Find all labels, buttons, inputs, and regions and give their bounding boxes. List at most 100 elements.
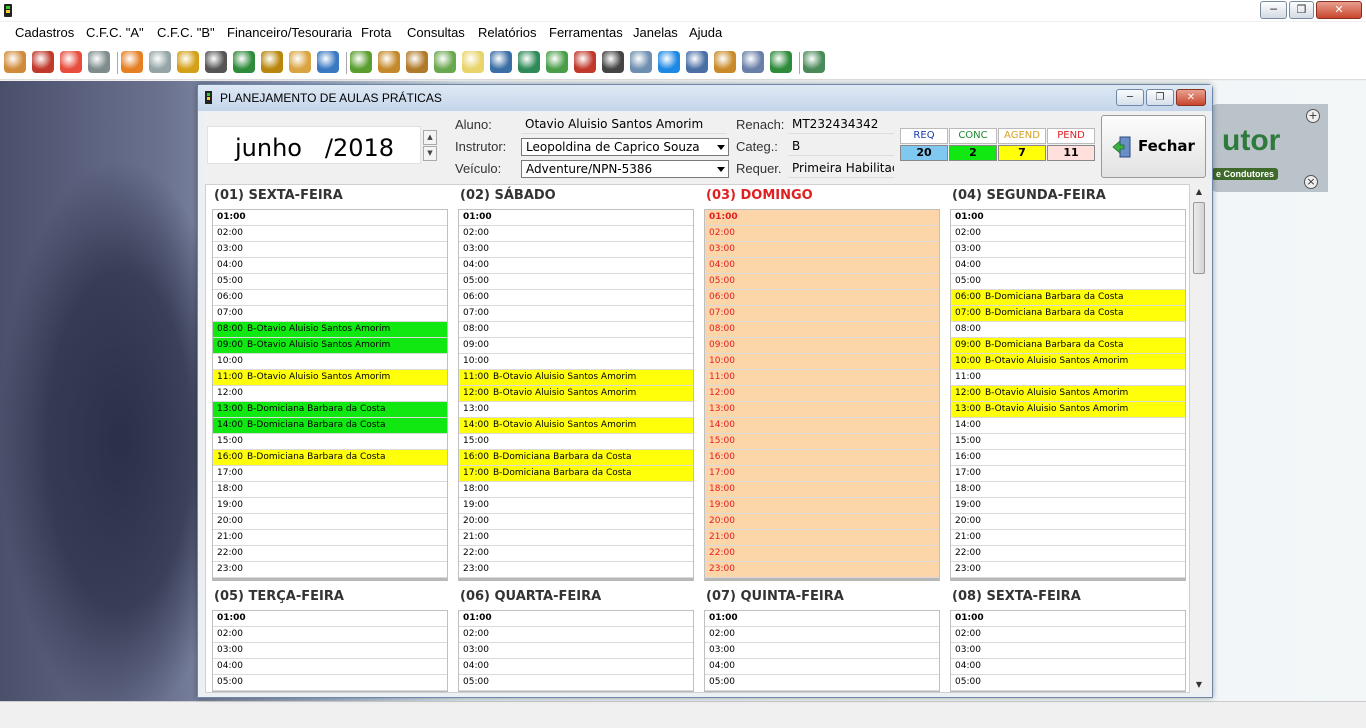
time-slot[interactable]: 05:00 xyxy=(951,274,1185,290)
time-slot[interactable]: 08:00 B-Otavio Aluisio Santos Amorim xyxy=(213,322,447,338)
green-book-icon[interactable] xyxy=(233,51,255,73)
time-slot[interactable]: 08:00 xyxy=(705,322,939,338)
package-icon[interactable] xyxy=(378,51,400,73)
truck-icon[interactable] xyxy=(32,51,54,73)
menu-ferramentas[interactable]: Ferramentas xyxy=(549,25,623,40)
time-slot[interactable]: 03:00 xyxy=(213,643,447,659)
teamviewer-icon[interactable] xyxy=(658,51,680,73)
time-slot[interactable]: 19:00 xyxy=(951,498,1185,514)
time-slot[interactable]: 14:00 B-Otavio Aluisio Santos Amorim xyxy=(459,418,693,434)
time-slot[interactable]: 23:00 xyxy=(951,562,1185,578)
time-slot[interactable]: 14:00 xyxy=(951,418,1185,434)
time-slot[interactable]: 22:00 xyxy=(705,546,939,562)
time-slot[interactable]: 14:00 xyxy=(705,418,939,434)
person-icon[interactable] xyxy=(770,51,792,73)
time-slot[interactable]: 12:00 xyxy=(213,386,447,402)
time-slot[interactable]: 07:00 xyxy=(213,306,447,322)
car-icon[interactable] xyxy=(88,51,110,73)
handshake-icon[interactable] xyxy=(121,51,143,73)
time-slot[interactable]: 15:00 xyxy=(705,434,939,450)
time-slot[interactable]: 08:00 xyxy=(951,322,1185,338)
time-slot[interactable]: 03:00 xyxy=(951,242,1185,258)
time-slot[interactable]: 02:00 xyxy=(705,627,939,643)
time-slot[interactable]: 01:00 xyxy=(705,210,939,226)
list-icon[interactable] xyxy=(686,51,708,73)
time-slot[interactable]: 08:00 xyxy=(459,322,693,338)
time-slot[interactable]: 02:00 xyxy=(951,226,1185,242)
dialog-maximize-button[interactable]: ❐ xyxy=(1146,89,1174,106)
tools-icon[interactable] xyxy=(261,51,283,73)
dialog-minimize-button[interactable]: ─ xyxy=(1116,89,1144,106)
time-slot[interactable]: 02:00 xyxy=(705,226,939,242)
time-slot[interactable]: 02:00 xyxy=(459,226,693,242)
user-lock-icon[interactable] xyxy=(714,51,736,73)
house-icon[interactable] xyxy=(60,51,82,73)
time-slot[interactable]: 04:00 xyxy=(951,258,1185,274)
time-slot[interactable]: 05:00 xyxy=(705,675,939,691)
time-slot[interactable]: 04:00 xyxy=(213,258,447,274)
gears-icon[interactable] xyxy=(742,51,764,73)
logo-plus-icon[interactable]: + xyxy=(1306,109,1320,123)
time-slot[interactable]: 04:00 xyxy=(705,659,939,675)
month-up-button[interactable]: ▲ xyxy=(423,130,437,145)
time-slot[interactable]: 16:00 B-Domiciana Barbara da Costa xyxy=(459,450,693,466)
menu-cfc-b[interactable]: C.F.C. "B" xyxy=(157,25,215,40)
time-slot[interactable]: 09:00 xyxy=(705,338,939,354)
time-slot[interactable]: 22:00 xyxy=(951,546,1185,562)
time-slot[interactable]: 12:00 B-Otavio Aluisio Santos Amorim xyxy=(459,386,693,402)
time-slot[interactable]: 11:00 B-Otavio Aluisio Santos Amorim xyxy=(459,370,693,386)
time-slot[interactable]: 02:00 xyxy=(213,226,447,242)
time-slot[interactable]: 22:00 xyxy=(459,546,693,562)
time-slot[interactable]: 21:00 xyxy=(951,530,1185,546)
time-slot[interactable]: 06:00 xyxy=(213,290,447,306)
close-window-button[interactable]: ✕ xyxy=(1316,1,1362,19)
time-slot[interactable]: 01:00 xyxy=(213,210,447,226)
time-slot[interactable]: 16:00 B-Domiciana Barbara da Costa xyxy=(213,450,447,466)
time-slot[interactable]: 05:00 xyxy=(705,274,939,290)
time-slot[interactable]: 09:00 xyxy=(459,338,693,354)
lipstick-icon[interactable] xyxy=(574,51,596,73)
time-slot[interactable]: 18:00 xyxy=(705,482,939,498)
time-slot[interactable]: 07:00 B-Domiciana Barbara da Costa xyxy=(951,306,1185,322)
time-slot[interactable]: 13:00 B-Otavio Aluisio Santos Amorim xyxy=(951,402,1185,418)
users-icon[interactable] xyxy=(4,51,26,73)
time-slot[interactable]: 02:00 xyxy=(951,627,1185,643)
instrutor-select[interactable]: Leopoldina de Caprico Souza xyxy=(521,138,729,156)
veiculo-select[interactable]: Adventure/NPN-5386 xyxy=(521,160,729,178)
menu-relatorios[interactable]: Relatórios xyxy=(478,25,537,40)
time-slot[interactable]: 03:00 xyxy=(705,643,939,659)
time-slot[interactable]: 06:00 xyxy=(459,290,693,306)
time-slot[interactable]: 16:00 xyxy=(705,450,939,466)
money-bag-icon[interactable] xyxy=(406,51,428,73)
time-slot[interactable]: 07:00 xyxy=(459,306,693,322)
scroll-up-button[interactable]: ▲ xyxy=(1191,184,1207,200)
time-slot[interactable]: 13:00 xyxy=(459,402,693,418)
schedule-scrollbar[interactable]: ▲ ▼ xyxy=(1191,184,1207,693)
time-slot[interactable]: 23:00 xyxy=(705,562,939,578)
time-slot[interactable]: 02:00 xyxy=(459,627,693,643)
time-slot[interactable]: 04:00 xyxy=(213,659,447,675)
logo-close-icon[interactable]: × xyxy=(1304,175,1318,189)
fechar-button[interactable]: Fechar xyxy=(1101,115,1206,178)
money-add-icon[interactable] xyxy=(434,51,456,73)
time-slot[interactable]: 05:00 xyxy=(459,274,693,290)
month-year-field[interactable]: junho /2018 xyxy=(207,126,421,164)
time-slot[interactable]: 19:00 xyxy=(705,498,939,514)
time-slot[interactable]: 15:00 xyxy=(213,434,447,450)
time-slot[interactable]: 17:00 xyxy=(951,466,1185,482)
time-slot[interactable]: 19:00 xyxy=(213,498,447,514)
time-slot[interactable]: 05:00 xyxy=(213,274,447,290)
time-slot[interactable]: 22:00 xyxy=(213,546,447,562)
time-slot[interactable]: 06:00 xyxy=(705,290,939,306)
time-slot[interactable]: 05:00 xyxy=(459,675,693,691)
menu-financeiro[interactable]: Financeiro/Tesouraria xyxy=(227,25,352,40)
menu-cadastros[interactable]: Cadastros xyxy=(15,25,74,40)
time-slot[interactable]: 01:00 xyxy=(459,210,693,226)
month-down-button[interactable]: ▼ xyxy=(423,146,437,161)
time-slot[interactable]: 03:00 xyxy=(951,643,1185,659)
time-slot[interactable]: 10:00 xyxy=(459,354,693,370)
time-slot[interactable]: 17:00 B-Domiciana Barbara da Costa xyxy=(459,466,693,482)
time-slot[interactable]: 05:00 xyxy=(213,675,447,691)
time-slot[interactable]: 11:00 xyxy=(705,370,939,386)
time-slot[interactable]: 04:00 xyxy=(705,258,939,274)
